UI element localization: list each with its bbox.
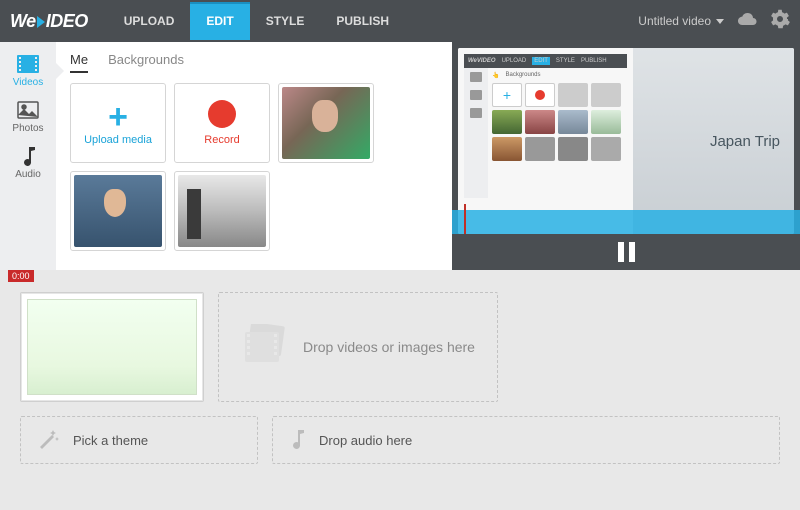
clip-thumbnail	[27, 299, 197, 395]
drop-videos-zone[interactable]: Drop videos or images here	[218, 292, 498, 402]
film-icon	[17, 54, 39, 74]
media-thumbnail[interactable]	[278, 83, 374, 163]
music-note-icon	[289, 428, 305, 453]
media-thumbnail[interactable]	[174, 171, 270, 251]
nav-publish[interactable]: PUBLISH	[320, 2, 405, 40]
sidebar-item-videos[interactable]: Videos	[0, 48, 56, 94]
music-note-icon	[17, 146, 39, 166]
project-title-dropdown[interactable]: Untitled video	[638, 14, 724, 28]
sidebar-item-label: Photos	[12, 123, 43, 134]
preview-controls	[452, 234, 800, 270]
media-grid: + Upload media Record	[70, 83, 438, 251]
mini-nav-style: STYLE	[556, 58, 575, 64]
thumbnail-image	[178, 175, 266, 247]
preview-content: WeVIDEO UPLOAD EDIT STYLE PUBLISH 👆Backg…	[458, 48, 794, 234]
media-thumbnail[interactable]	[70, 171, 166, 251]
logo-play-icon	[37, 16, 45, 28]
timeline: 0:00 Drop videos or images here Pick a t…	[0, 270, 800, 510]
pick-theme-label: Pick a theme	[73, 433, 148, 448]
nav-style[interactable]: STYLE	[250, 2, 321, 40]
preview-mini-topbar: WeVIDEO UPLOAD EDIT STYLE PUBLISH	[464, 54, 627, 68]
nav-edit[interactable]: EDIT	[190, 2, 249, 40]
mini-nav-edit: EDIT	[532, 57, 550, 65]
timecode-marker: 0:00	[8, 270, 34, 282]
media-panel: Me Backgrounds + Upload media Record	[56, 42, 452, 270]
record-label: Record	[204, 134, 239, 146]
topbar: We IDEO UPLOAD EDIT STYLE PUBLISH Untitle…	[0, 0, 800, 42]
sidebar-item-audio[interactable]: Audio	[0, 140, 56, 186]
sidebar: Videos Photos Audio	[0, 42, 56, 270]
video-track: Drop videos or images here	[0, 270, 800, 412]
preview-scrubber[interactable]	[452, 210, 800, 234]
mini-nav-upload: UPLOAD	[502, 58, 527, 64]
record-button[interactable]: Record	[174, 83, 270, 163]
cloud-icon[interactable]	[736, 11, 758, 32]
preview-video-frame: Japan Trip	[633, 48, 794, 234]
drop-audio-label: Drop audio here	[319, 433, 412, 448]
plus-icon: +	[108, 100, 128, 134]
clip-slot[interactable]	[20, 292, 204, 402]
wand-icon	[37, 428, 59, 453]
image-icon	[17, 100, 39, 120]
main-nav: UPLOAD EDIT STYLE PUBLISH	[108, 2, 405, 40]
mini-tab-backgrounds: Backgrounds	[505, 72, 540, 79]
sidebar-item-label: Audio	[15, 169, 41, 180]
film-stack-icon	[241, 324, 291, 371]
pause-button[interactable]	[618, 242, 635, 262]
topbar-right: Untitled video	[638, 9, 790, 34]
drop-audio-zone[interactable]: Drop audio here	[272, 416, 780, 464]
nav-upload[interactable]: UPLOAD	[108, 2, 191, 40]
media-tabs: Me Backgrounds	[70, 52, 438, 73]
preview-title-text: Japan Trip	[710, 133, 780, 150]
logo-text-pre: We	[10, 11, 36, 31]
media-tab-backgrounds[interactable]: Backgrounds	[108, 52, 184, 73]
drop-videos-label: Drop videos or images here	[303, 339, 475, 355]
logo-text-post: IDEO	[46, 11, 88, 31]
thumbnail-image	[282, 87, 370, 159]
preview-panel: WeVIDEO UPLOAD EDIT STYLE PUBLISH 👆Backg…	[452, 42, 800, 270]
bottom-tracks: Pick a theme Drop audio here	[0, 412, 800, 478]
workspace: Videos Photos Audio Me Backgrounds + Upl…	[0, 42, 800, 270]
logo: We IDEO	[10, 11, 88, 32]
chevron-down-icon	[716, 19, 724, 24]
gear-icon[interactable]	[770, 9, 790, 34]
project-title-text: Untitled video	[638, 14, 711, 28]
record-dot-icon	[208, 100, 236, 128]
media-tab-me[interactable]: Me	[70, 52, 88, 73]
upload-media-label: Upload media	[84, 134, 152, 146]
mini-nav-publish: PUBLISH	[581, 58, 607, 64]
pick-theme-zone[interactable]: Pick a theme	[20, 416, 258, 464]
sidebar-item-label: Videos	[13, 77, 43, 88]
thumbnail-image	[74, 175, 162, 247]
preview-mini-editor: WeVIDEO UPLOAD EDIT STYLE PUBLISH 👆Backg…	[458, 48, 633, 234]
upload-media-button[interactable]: + Upload media	[70, 83, 166, 163]
sidebar-item-photos[interactable]: Photos	[0, 94, 56, 140]
